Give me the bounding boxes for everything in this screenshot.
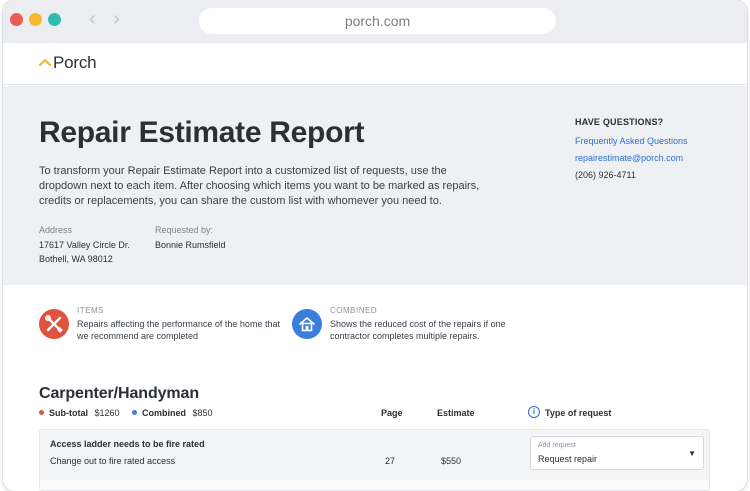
caret-down-icon: ▼ — [688, 449, 696, 458]
legend-combined-heading: COMBINED — [330, 306, 378, 315]
combined-label: Combined — [142, 408, 186, 418]
column-page: Page — [381, 408, 403, 418]
subtotal-summary: Sub-total $1260 — [39, 408, 120, 418]
subtotal-value: $1260 — [94, 408, 120, 418]
legend-combined-description: Shows the reduced cost of the repairs if… — [330, 319, 506, 341]
combined-dot-icon — [132, 410, 137, 415]
logo-text: Porch — [53, 53, 97, 72]
email-link[interactable]: repairestimate@porch.com — [575, 153, 683, 163]
repair-item-row: Access ladder needs to be fire rated Cha… — [39, 429, 710, 491]
repair-item-page: 27 — [385, 456, 396, 466]
address-label: Address — [39, 225, 73, 235]
address-line-1: 17617 Valley Circle Dr. — [39, 240, 130, 250]
report-header: Repair Estimate Report To transform your… — [3, 86, 747, 285]
tools-icon — [39, 309, 69, 339]
combined-summary: Combined $850 — [132, 408, 213, 418]
section-title: Carpenter/Handyman — [39, 385, 200, 402]
maximize-window-button[interactable] — [48, 13, 61, 26]
minimize-window-button[interactable] — [29, 13, 42, 26]
legend-items-description: Repairs affecting the performance of the… — [77, 319, 280, 341]
house-icon — [292, 309, 322, 339]
repair-item-estimate: $550 — [441, 456, 462, 466]
combined-value: $850 — [192, 408, 213, 418]
site-header: Porch — [3, 43, 747, 85]
browser-window: ‹ › porch.com Porch Repair Estimate Repo… — [3, 0, 747, 491]
column-type-of-request: Type of request — [545, 408, 612, 418]
legend-items-heading: ITEMS — [77, 306, 104, 315]
requested-by-value: Bonnie Rumsfield — [155, 240, 226, 250]
subtotal-dot-icon — [39, 410, 44, 415]
address-line-2: Bothell, WA 98012 — [39, 254, 113, 264]
request-type-dropdown[interactable]: Add request Request repair ▼ — [530, 436, 704, 470]
forward-arrow-icon[interactable]: › — [113, 9, 120, 29]
phone-number: (206) 926-4711 — [575, 170, 636, 180]
questions-heading: HAVE QUESTIONS? — [575, 117, 664, 127]
close-window-button[interactable] — [10, 13, 23, 26]
page-title: Repair Estimate Report — [39, 116, 365, 149]
back-arrow-icon[interactable]: ‹ — [89, 9, 96, 29]
intro-text: To transform your Repair Estimate Report… — [39, 165, 480, 207]
repair-item-description: Change out to fire rated access — [50, 456, 176, 466]
column-estimate: Estimate — [437, 408, 475, 418]
repair-item-title: Access ladder needs to be fire rated — [50, 439, 205, 449]
repair-item-main: Access ladder needs to be fire rated Cha… — [40, 430, 709, 480]
subtotal-label: Sub-total — [49, 408, 88, 418]
browser-chrome: ‹ › porch.com — [3, 0, 747, 43]
info-icon[interactable]: i — [528, 406, 540, 418]
roof-icon — [39, 58, 51, 67]
faq-link[interactable]: Frequently Asked Questions — [575, 136, 688, 146]
requested-by-label: Requested by: — [155, 225, 214, 235]
dropdown-value: Request repair — [538, 454, 598, 464]
address-bar[interactable]: porch.com — [199, 8, 556, 34]
dropdown-label: Add request — [538, 442, 576, 449]
